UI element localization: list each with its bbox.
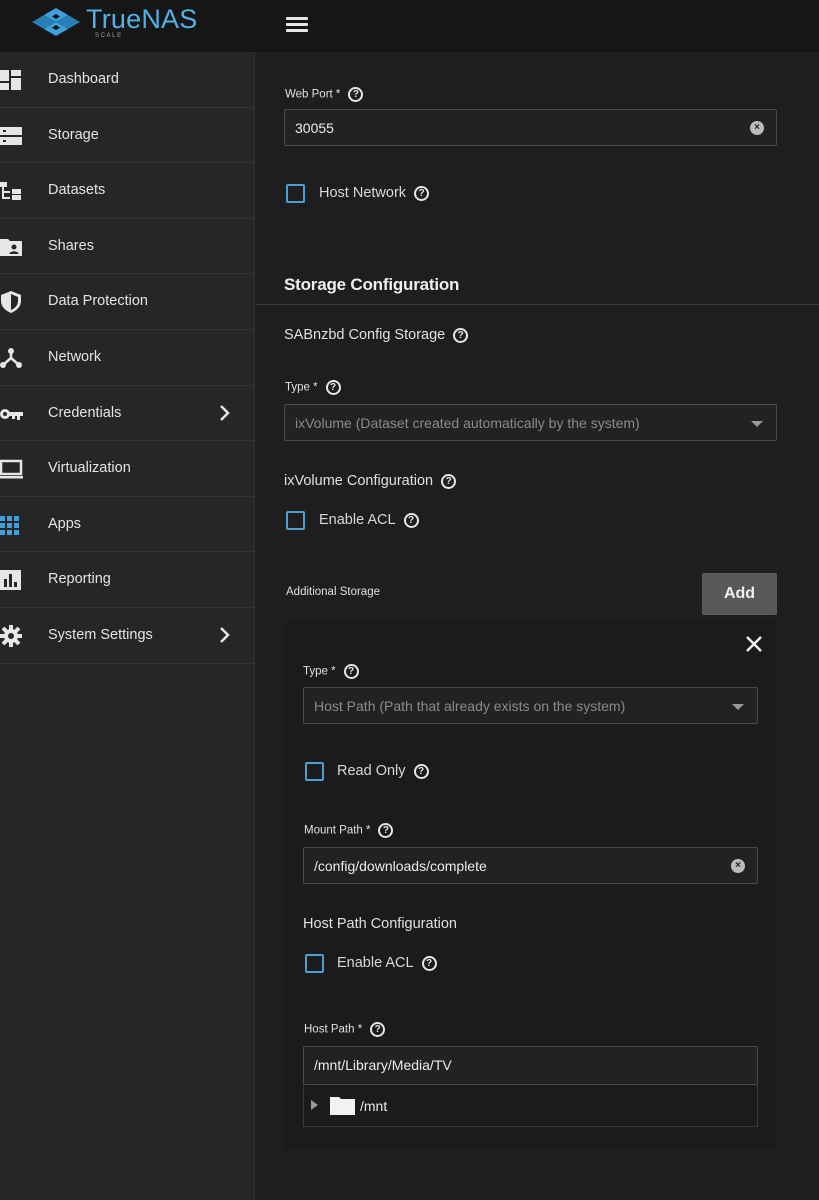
sidebar-item-label: Datasets	[48, 182, 106, 199]
sidebar-item-label: Data Protection	[48, 293, 148, 310]
sidebar-item-system-settings[interactable]: System Settings	[0, 608, 254, 664]
sidebar-item-storage[interactable]: Storage	[0, 108, 254, 164]
host-path-input[interactable]: /mnt/Library/Media/TV	[303, 1046, 758, 1085]
brand-name: TrueNAS	[86, 4, 198, 34]
key-icon	[0, 408, 23, 420]
sidebar-item-label: Storage	[48, 126, 99, 143]
help-icon[interactable]: ?	[343, 664, 359, 679]
help-icon[interactable]: ?	[378, 823, 394, 838]
datasets-icon	[0, 182, 21, 201]
ixvolume-config-label: ixVolume Configuration?	[284, 473, 457, 489]
add-storage-button[interactable]: Add	[702, 573, 777, 615]
truenas-logo[interactable]: TrueNAS SCALE	[0, 0, 254, 52]
host-path-enable-acl-checkbox[interactable]	[305, 954, 324, 973]
dropdown-arrow-icon	[732, 704, 744, 710]
help-icon[interactable]: ?	[441, 473, 457, 489]
web-port-label: Web Port *?	[285, 87, 364, 102]
host-path-value: /mnt/Library/Media/TV	[314, 1057, 452, 1073]
sidebar-item-datasets[interactable]: Datasets	[0, 163, 254, 219]
sidebar-item-label: Network	[48, 348, 102, 365]
sidebar-item-label: System Settings	[48, 626, 153, 643]
host-path-label: Host Path *?	[304, 1022, 386, 1037]
sidebar-item-reporting[interactable]: Reporting	[0, 552, 254, 608]
expand-arrow-icon[interactable]	[311, 1100, 318, 1110]
sidebar: Dashboard Storage Datasets Shares Data P…	[0, 52, 255, 1200]
sidebar-item-apps[interactable]: Apps	[0, 497, 254, 553]
mount-path-label: Mount Path *?	[304, 823, 394, 838]
read-only-checkbox[interactable]	[305, 762, 324, 781]
dropdown-arrow-icon	[751, 421, 763, 427]
host-network-checkbox[interactable]	[286, 184, 305, 203]
sidebar-item-data-protection[interactable]: Data Protection	[0, 274, 254, 330]
sidebar-item-label: Dashboard	[48, 71, 119, 87]
host-path-type-label: Type *?	[303, 664, 359, 679]
additional-storage-item: Type *? Host Path (Path that already exi…	[284, 622, 777, 1150]
dashboard-icon	[0, 70, 21, 90]
truenas-logo-icon	[32, 8, 80, 36]
storage-icon	[0, 126, 22, 145]
config-storage-type-select[interactable]: ixVolume (Dataset created automatically …	[284, 404, 777, 441]
apps-grid-icon	[0, 515, 19, 535]
app-install-form: Web Port *? 30055 × Host Network? Storag…	[256, 52, 819, 1200]
mount-path-value: /config/downloads/complete	[314, 858, 487, 874]
help-icon[interactable]: ?	[453, 327, 469, 343]
sidebar-item-shares[interactable]: Shares	[0, 219, 254, 275]
enable-acl-checkbox[interactable]	[286, 511, 305, 530]
top-bar: TrueNAS SCALE	[0, 0, 819, 52]
host-path-config-label: Host Path Configuration	[303, 916, 457, 932]
folder-icon[interactable]	[330, 1095, 355, 1115]
sidebar-item-dashboard[interactable]: Dashboard	[0, 52, 254, 108]
clear-icon[interactable]: ×	[731, 859, 745, 873]
sidebar-item-network[interactable]: Network	[0, 330, 254, 386]
additional-storage-label: Additional Storage	[286, 586, 380, 598]
sidebar-item-label: Reporting	[48, 571, 111, 588]
bar-chart-icon	[0, 570, 21, 591]
sidebar-item-credentials[interactable]: Credentials	[0, 386, 254, 442]
close-icon[interactable]	[744, 634, 764, 654]
chevron-right-icon	[220, 627, 230, 643]
help-icon[interactable]: ?	[370, 1022, 386, 1037]
menu-toggle-icon[interactable]	[285, 14, 309, 36]
gear-icon	[0, 624, 22, 647]
help-icon[interactable]: ?	[413, 763, 429, 779]
sidebar-item-label: Virtualization	[48, 460, 131, 477]
sidebar-item-label: Apps	[48, 515, 82, 532]
host-network-label: Host Network?	[319, 185, 430, 201]
selected-type-value: Host Path (Path that already exists on t…	[314, 698, 626, 714]
shield-icon	[1, 291, 21, 314]
storage-configuration-title: Storage Configuration	[284, 275, 460, 294]
storage-type-select[interactable]: Host Path (Path that already exists on t…	[303, 687, 758, 724]
help-icon[interactable]: ?	[414, 185, 430, 201]
shares-folder-icon	[0, 238, 22, 256]
enable-acl-label: Enable ACL?	[319, 512, 419, 528]
sidebar-item-label: Credentials	[48, 404, 122, 421]
sidebar-item-label: Shares	[48, 237, 94, 254]
laptop-icon	[0, 459, 23, 479]
config-storage-label: SABnzbd Config Storage?	[284, 327, 469, 343]
web-port-input[interactable]: 30055 ×	[284, 109, 777, 146]
selected-type-value: ixVolume (Dataset created automatically …	[295, 415, 640, 431]
web-port-value: 30055	[295, 120, 334, 136]
help-icon[interactable]: ?	[421, 955, 437, 971]
network-icon	[0, 347, 22, 368]
help-icon[interactable]: ?	[325, 380, 341, 395]
mount-path-input[interactable]: /config/downloads/complete ×	[303, 847, 758, 884]
clear-icon[interactable]: ×	[750, 121, 764, 135]
section-divider	[256, 304, 819, 305]
brand-edition: SCALE	[95, 33, 123, 39]
type-label: Type *?	[285, 380, 341, 395]
host-path-explorer: /mnt	[303, 1085, 758, 1127]
host-path-enable-acl-label: Enable ACL?	[337, 955, 437, 971]
read-only-label: Read Only?	[337, 763, 429, 779]
help-icon[interactable]: ?	[403, 512, 419, 528]
sidebar-item-virtualization[interactable]: Virtualization	[0, 441, 254, 497]
chevron-right-icon	[220, 404, 230, 421]
tree-node-mnt[interactable]: /mnt	[360, 1098, 387, 1114]
help-icon[interactable]: ?	[348, 87, 364, 102]
